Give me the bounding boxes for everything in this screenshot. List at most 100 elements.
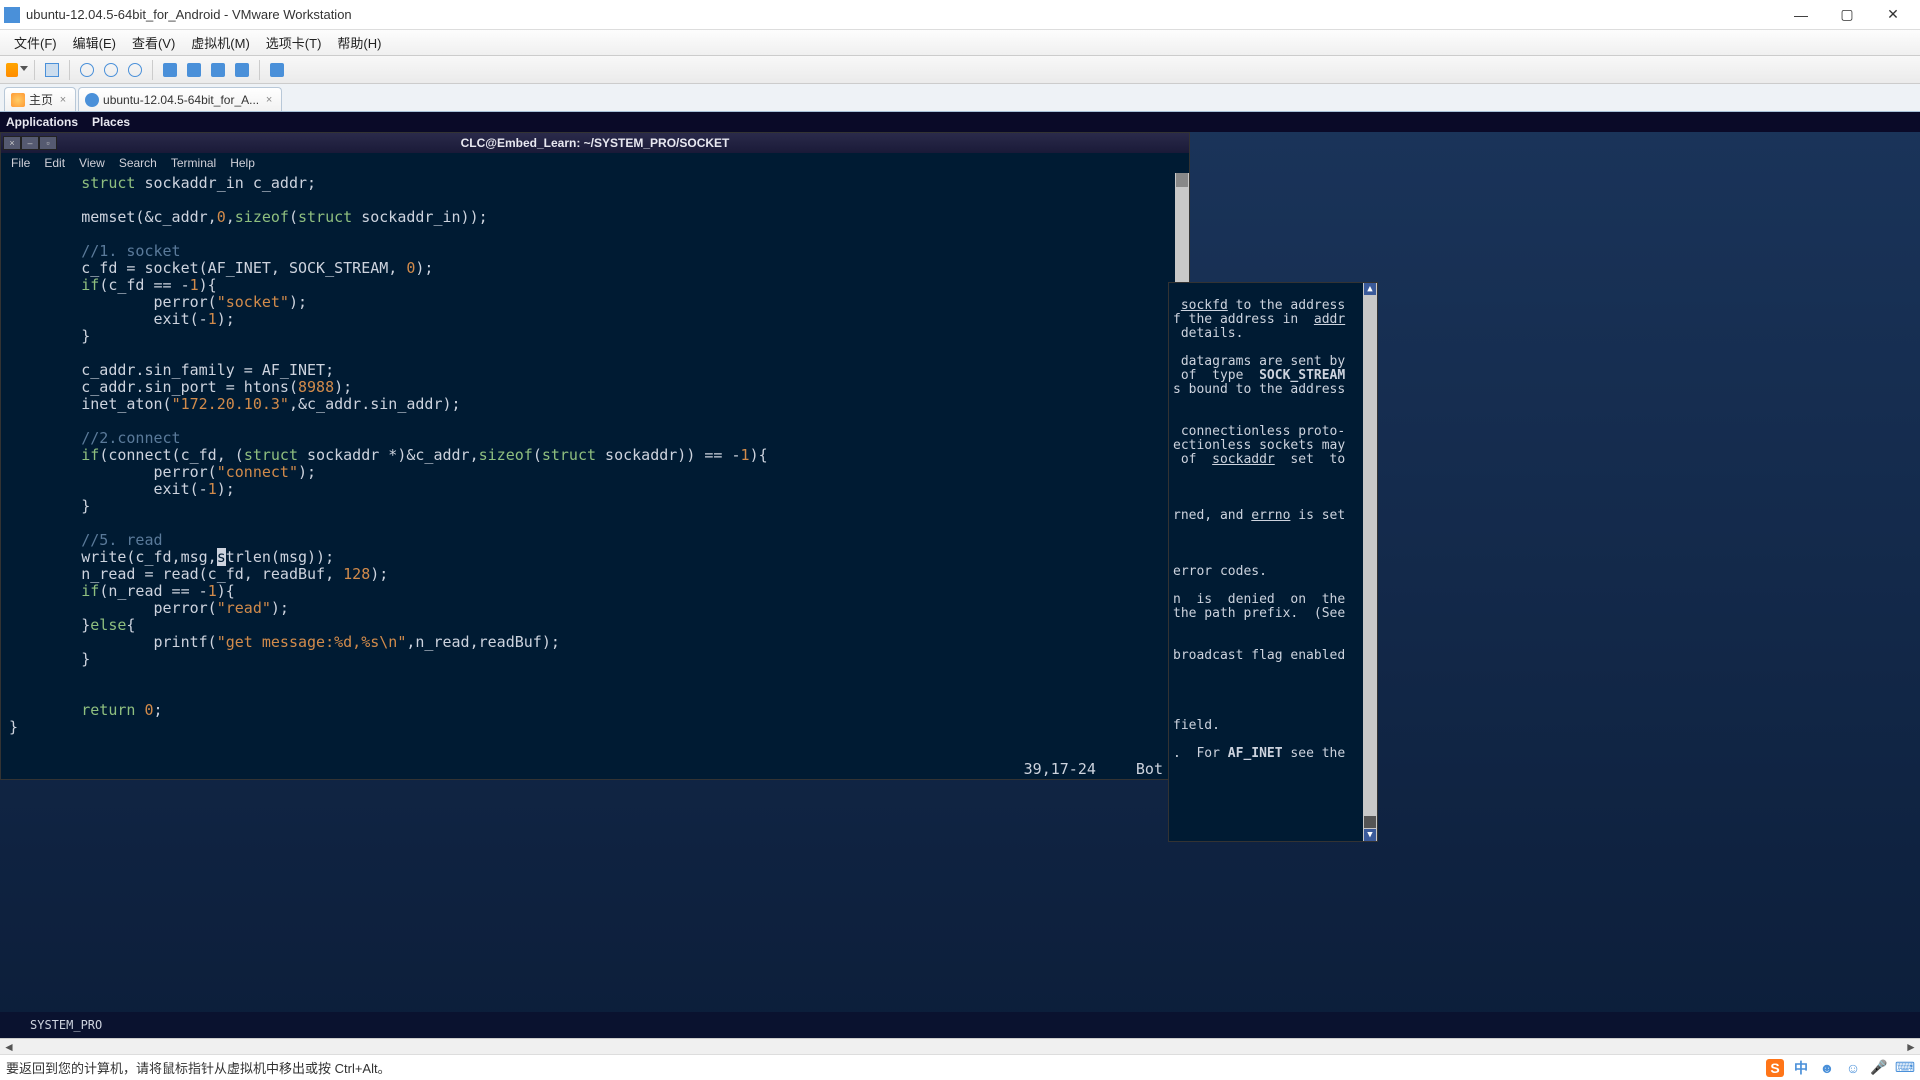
code-keyword: if (81, 582, 99, 600)
host-horizontal-scrollbar[interactable]: ◄ ► (0, 1038, 1920, 1054)
code-text: ){ (199, 276, 217, 294)
code-text: ); (415, 259, 433, 277)
tb-view-3[interactable] (207, 59, 229, 81)
term-menu-file[interactable]: File (11, 156, 30, 170)
menu-vm[interactable]: 虚拟机(M) (183, 30, 258, 55)
manpage-window[interactable]: sockfd to the address f the address in a… (1168, 282, 1378, 842)
emoji-icon[interactable]: ☺ (1844, 1059, 1862, 1077)
code-text: ); (217, 310, 235, 328)
term-menu-edit[interactable]: Edit (44, 156, 65, 170)
terminal-title: CLC@Embed_Learn: ~/SYSTEM_PRO/SOCKET (461, 136, 730, 150)
term-menu-view[interactable]: View (79, 156, 105, 170)
mic-icon[interactable]: 🎤 (1870, 1059, 1888, 1077)
term-minimize-icon[interactable]: – (21, 136, 39, 150)
vm-display[interactable]: Applications Places × – ▫ CLC@Embed_Lear… (0, 112, 1920, 1038)
keyboard-icon[interactable]: ⌨ (1896, 1059, 1914, 1077)
terminal-titlebar[interactable]: × – ▫ CLC@Embed_Learn: ~/SYSTEM_PRO/SOCK… (1, 133, 1189, 153)
tab-vm[interactable]: ubuntu-12.04.5-64bit_for_A... × (78, 87, 282, 111)
code-text: , (226, 208, 235, 226)
punctuation-icon[interactable]: ☻ (1818, 1059, 1836, 1077)
scroll-thumb[interactable] (1176, 173, 1188, 187)
code-string: "172.20.10.3" (172, 395, 289, 413)
code-text: perror( (154, 599, 217, 617)
man-text: rned, and (1173, 508, 1251, 523)
man-text: details. (1173, 326, 1243, 341)
man-text: f the address in (1173, 312, 1314, 327)
tab-label: ubuntu-12.04.5-64bit_for_A... (103, 93, 259, 107)
menu-tabs[interactable]: 选项卡(T) (258, 30, 330, 55)
ime-lang-icon[interactable]: 中 (1792, 1059, 1810, 1077)
man-text: is set (1290, 508, 1345, 523)
tb-icon-3[interactable] (124, 59, 146, 81)
snapshot-button[interactable] (41, 59, 63, 81)
code-text: ){ (217, 582, 235, 600)
gnome-applications[interactable]: Applications (6, 115, 78, 129)
code-text: ,n_read,readBuf); (406, 633, 560, 651)
man-text: error codes. (1173, 564, 1267, 579)
tb-icon-1[interactable] (76, 59, 98, 81)
code-keyword: if (81, 446, 99, 464)
menu-edit[interactable]: 编辑(E) (65, 30, 124, 55)
maximize-button[interactable]: ▢ (1824, 0, 1870, 30)
term-menu-terminal[interactable]: Terminal (171, 156, 216, 170)
toolbar-separator (69, 60, 70, 80)
manpage-scrollbar[interactable]: ▲ ▼ (1363, 283, 1377, 841)
scroll-left-icon[interactable]: ◄ (0, 1039, 18, 1055)
code-keyword: if (81, 276, 99, 294)
minimize-button[interactable]: — (1778, 0, 1824, 30)
menu-view[interactable]: 查看(V) (124, 30, 183, 55)
close-button[interactable]: ✕ (1870, 0, 1916, 30)
scroll-down-icon[interactable]: ▼ (1364, 829, 1376, 841)
tb-view-4[interactable] (231, 59, 253, 81)
fullscreen-button[interactable] (266, 59, 288, 81)
code-text: inet_aton( (81, 395, 171, 413)
term-menu-search[interactable]: Search (119, 156, 157, 170)
toolbar-separator (259, 60, 260, 80)
term-menu-help[interactable]: Help (230, 156, 255, 170)
code-text: n_read = read(c_fd, readBuf, (81, 565, 343, 583)
code-number: 128 (343, 565, 370, 583)
vim-location: Bot (1136, 760, 1163, 778)
code-text: } (81, 650, 90, 668)
code-comment: //5. read (81, 531, 162, 549)
sogou-ime-icon[interactable]: S (1766, 1059, 1784, 1077)
man-text: connectionless proto- (1173, 424, 1345, 439)
tab-close-icon[interactable]: × (263, 94, 275, 106)
menu-help[interactable]: 帮助(H) (329, 30, 389, 55)
power-button[interactable] (6, 59, 28, 81)
code-text: c_fd = socket(AF_INET, SOCK_STREAM, (81, 259, 406, 277)
man-text: of (1173, 452, 1212, 467)
gnome-places[interactable]: Places (92, 115, 130, 129)
code-number: 1 (190, 276, 199, 294)
scroll-up-icon[interactable]: ▲ (1364, 283, 1376, 295)
code-number: 1 (208, 480, 217, 498)
tab-home[interactable]: 主页 × (4, 87, 76, 111)
term-close-icon[interactable]: × (3, 136, 21, 150)
man-text: sockaddr (1212, 452, 1275, 467)
code-text: ( (533, 446, 542, 464)
vim-cursor-pos: 39,17-24 (1024, 760, 1096, 778)
scroll-right-icon[interactable]: ► (1902, 1039, 1920, 1055)
code-text: ); (271, 599, 289, 617)
tb-view-1[interactable] (159, 59, 181, 81)
man-text: errno (1251, 508, 1290, 523)
man-text: set to (1275, 452, 1345, 467)
man-text: ectionless sockets may (1173, 438, 1345, 453)
code-number: 0 (217, 208, 226, 226)
man-text: to the address (1228, 298, 1345, 313)
code-keyword: struct (542, 446, 596, 464)
code-keyword: sizeof (235, 208, 289, 226)
term-maximize-icon[interactable]: ▫ (39, 136, 57, 150)
terminal-body[interactable]: struct sockaddr_in c_addr; memset(&c_add… (1, 173, 1175, 759)
tab-close-icon[interactable]: × (57, 94, 69, 106)
host-menubar: 文件(F) 编辑(E) 查看(V) 虚拟机(M) 选项卡(T) 帮助(H) (0, 30, 1920, 56)
code-keyword: sizeof (479, 446, 533, 464)
tb-icon-2[interactable] (100, 59, 122, 81)
tb-view-2[interactable] (183, 59, 205, 81)
man-text: addr (1314, 312, 1345, 327)
code-number: 1 (208, 582, 217, 600)
code-text: } (9, 718, 18, 736)
code-text: sockaddr_in c_addr; (135, 174, 316, 192)
menu-file[interactable]: 文件(F) (6, 30, 65, 55)
code-keyword: struct (244, 446, 298, 464)
